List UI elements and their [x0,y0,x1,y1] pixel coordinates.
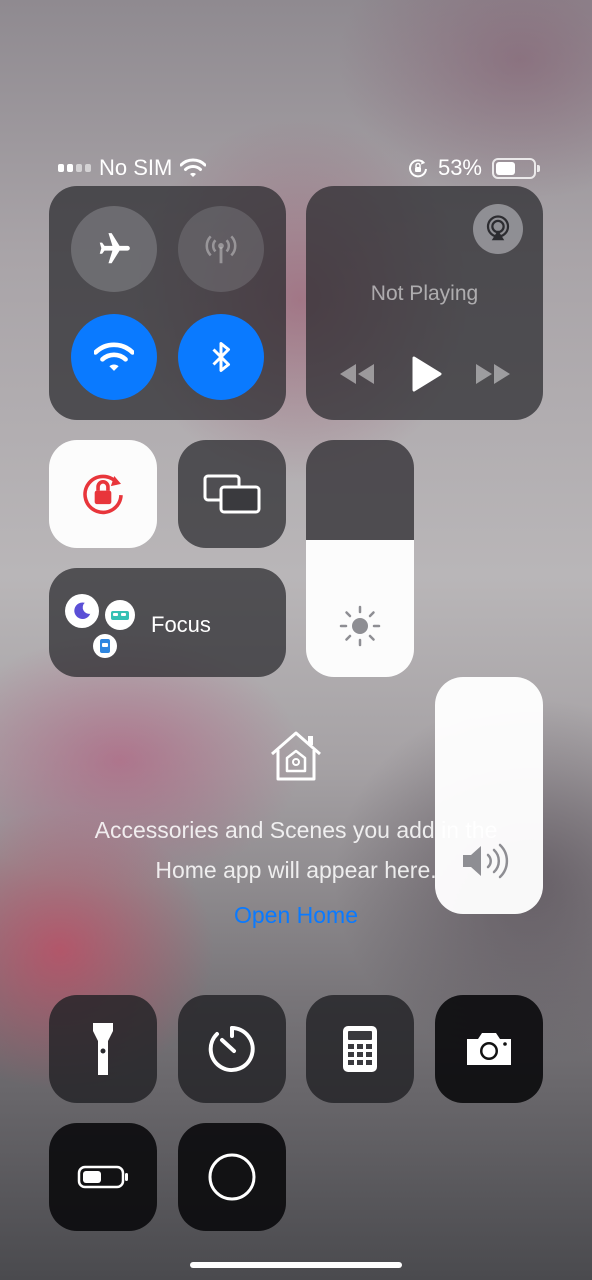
focus-button[interactable]: Focus [49,568,286,677]
home-empty-message: Accessories and Scenes you add in the Ho… [60,810,532,890]
cell-signal-icon [58,164,91,172]
wifi-icon [94,342,134,371]
fast-forward-button[interactable] [474,362,512,386]
open-home-link[interactable]: Open Home [60,902,532,929]
camera-icon [467,1033,511,1065]
focus-label: Focus [151,612,211,637]
moon-icon [65,594,99,628]
airplay-icon [486,215,510,241]
airplane-mode-toggle[interactable] [71,206,157,292]
orientation-lock-toggle[interactable] [49,440,157,548]
wifi-status-icon [180,158,207,177]
airplay-button[interactable] [473,204,523,254]
timer-button[interactable] [178,995,286,1103]
camera-button[interactable] [435,995,543,1103]
home-message-line2: Home app will appear here. [155,857,437,883]
media-player-module: Not Playing [306,186,543,420]
carrier-label: No SIM [99,155,173,180]
screen-record-icon [208,1153,256,1201]
battery-icon [492,157,540,179]
calculator-button[interactable] [306,995,414,1103]
bed-icon [105,600,135,630]
home-message-line1: Accessories and Scenes you add in the [94,817,498,843]
timer-icon [208,1026,255,1072]
badge-icon [93,634,117,658]
connectivity-module [49,186,286,420]
play-button[interactable] [410,356,442,392]
low-power-icon [77,1165,128,1189]
orientation-lock-icon [83,474,123,515]
battery-percent: 53% [437,155,482,180]
flashlight-button[interactable] [49,995,157,1103]
home-icon [271,731,321,781]
screen-mirroring-icon [203,474,261,514]
flashlight-icon [93,1023,113,1075]
screen-record-button[interactable] [178,1123,286,1231]
low-power-mode-button[interactable] [49,1123,157,1231]
now-playing-status: Not Playing [370,282,479,305]
cellular-data-toggle[interactable] [178,206,264,292]
sun-icon [339,605,381,647]
home-indicator[interactable] [190,1262,402,1268]
rewind-button[interactable] [338,362,376,386]
wifi-toggle[interactable] [71,314,157,400]
screen-mirroring-button[interactable] [178,440,286,548]
bluetooth-toggle[interactable] [178,314,264,400]
status-bar: No SIM 53% [58,150,540,186]
airplane-icon [99,233,130,264]
calculator-icon [343,1026,377,1072]
bluetooth-icon [212,342,230,372]
brightness-slider[interactable] [306,440,414,677]
orientation-lock-status-icon [409,159,427,178]
antenna-icon [205,235,237,264]
